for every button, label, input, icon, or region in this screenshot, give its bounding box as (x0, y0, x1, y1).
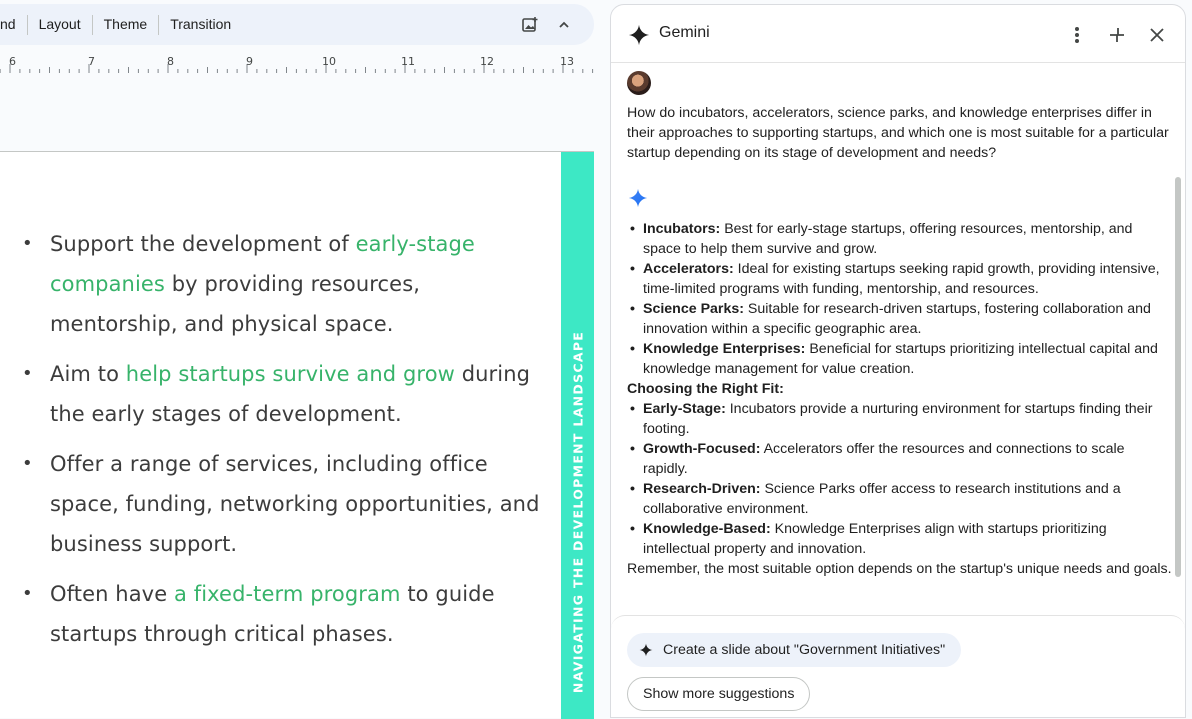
fit-list: Early-Stage: Incubators provide a nurtur… (627, 399, 1172, 559)
bullet-text: Support the development of (50, 232, 356, 256)
toolbar-background-button[interactable]: nd (0, 4, 27, 45)
suggestion-chip-label: Create a slide about "Government Initiat… (663, 642, 946, 658)
list-item-term: Knowledge Enterprises: (643, 341, 806, 357)
bullet-highlight: help startups survive and grow (125, 362, 455, 386)
list-item: Science Parks: Suitable for research-dri… (627, 299, 1172, 339)
ruler-label: 11 (401, 55, 415, 68)
horizontal-ruler: 6 7 8 9 10 11 12 13 (0, 52, 594, 74)
list-item-term: Growth-Focused: (643, 441, 761, 457)
list-item: Early-Stage: Incubators provide a nurtur… (627, 399, 1172, 439)
gemini-response: Incubators: Best for early-stage startup… (627, 219, 1172, 579)
slide-side-title: NAVIGATING THE DEVELOPMENT LANDSCAPE (570, 330, 585, 694)
toolbar-layout-button[interactable]: Layout (28, 4, 92, 45)
list-item: Knowledge-Based: Knowledge Enterprises a… (627, 519, 1172, 559)
slide-bullet[interactable]: Often have a fixed-term program to guide… (22, 574, 542, 654)
toolbar-theme-button[interactable]: Theme (93, 4, 159, 45)
list-item-term: Research-Driven: (643, 481, 761, 497)
list-item-term: Incubators: (643, 221, 721, 237)
slide-canvas[interactable]: Support the development of early-stage c… (0, 151, 594, 719)
response-closing: Remember, the most suitable option depen… (627, 561, 1172, 577)
gemini-header: Gemini (611, 5, 1185, 63)
gemini-panel: Gemini How do incubators, accelerators, … (610, 4, 1186, 718)
bullet-highlight: a fixed-term program (174, 582, 401, 606)
list-item: Accelerators: Ideal for existing startup… (627, 259, 1172, 299)
toolbar-transition-button[interactable]: Transition (159, 4, 242, 45)
ruler-label: 13 (560, 55, 574, 68)
ruler-label: 8 (167, 55, 174, 68)
list-item-term: Knowledge-Based: (643, 521, 771, 537)
editor-toolbar: nd Layout Theme Transition (0, 4, 594, 45)
insert-image-icon[interactable] (520, 15, 540, 35)
list-item-term: Early-Stage: (643, 401, 726, 417)
user-avatar (627, 71, 651, 95)
ruler-label: 7 (88, 55, 95, 68)
list-item: Knowledge Enterprises: Beneficial for st… (627, 339, 1172, 379)
ruler-label: 10 (322, 55, 336, 68)
response-scrollbar[interactable] (1175, 177, 1181, 577)
gemini-response-icon (628, 188, 648, 213)
more-options-icon[interactable] (1066, 24, 1088, 46)
slide-side-banner[interactable]: NAVIGATING THE DEVELOPMENT LANDSCAPE (561, 152, 594, 719)
slide-bullet[interactable]: Offer a range of services, including off… (22, 444, 542, 564)
suggestion-chip-create-slide[interactable]: Create a slide about "Government Initiat… (627, 633, 962, 667)
close-icon[interactable] (1146, 24, 1168, 46)
response-subheading: Choosing the Right Fit: (627, 381, 784, 397)
slides-editor: nd Layout Theme Transition 6 7 8 9 10 11… (0, 0, 603, 719)
bullet-text: Aim to (50, 362, 126, 386)
bullet-text: Often have (50, 582, 174, 606)
canvas-margin (0, 74, 594, 151)
ruler-label: 6 (9, 55, 16, 68)
list-item: Growth-Focused: Accelerators offer the r… (627, 439, 1172, 479)
slide-bullet-list[interactable]: Support the development of early-stage c… (22, 224, 542, 664)
list-item: Research-Driven: Science Parks offer acc… (627, 479, 1172, 519)
list-item: Incubators: Best for early-stage startup… (627, 219, 1172, 259)
show-more-suggestions-button[interactable]: Show more suggestions (627, 677, 811, 711)
gemini-sparkle-icon (628, 24, 650, 51)
comparison-list: Incubators: Best for early-stage startup… (627, 219, 1172, 379)
list-item-term: Accelerators: (643, 261, 734, 277)
suggestions-area: Create a slide about "Government Initiat… (611, 615, 1185, 717)
ruler-label: 12 (480, 55, 494, 68)
slide-bullet[interactable]: Aim to help startups survive and grow du… (22, 354, 542, 434)
user-prompt: How do incubators, accelerators, science… (627, 105, 1169, 161)
ruler-label: 9 (246, 55, 253, 68)
slide-bullet[interactable]: Support the development of early-stage c… (22, 224, 542, 344)
collapse-panel-icon[interactable] (1106, 24, 1128, 46)
list-item-term: Science Parks: (643, 301, 744, 317)
sparkle-icon (639, 643, 653, 657)
gemini-title: Gemini (659, 24, 710, 41)
chevron-up-icon[interactable] (554, 15, 574, 35)
bullet-text: Offer a range of services, including off… (50, 452, 540, 556)
